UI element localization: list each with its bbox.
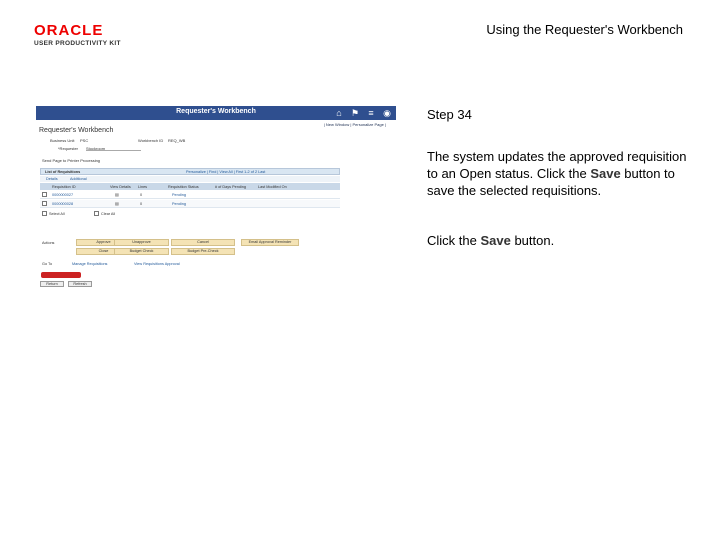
col-status: Requisition Status [168, 185, 199, 189]
clear-all-checkbox[interactable] [94, 211, 99, 216]
col-view-details: View Details [110, 185, 131, 189]
requester-field[interactable]: Stockroom [86, 146, 141, 151]
worklist-icon[interactable]: ⚑ [350, 108, 360, 118]
col-last-modified: Last Modified On [258, 185, 287, 189]
view-details-icon[interactable]: ▤ [115, 201, 119, 206]
select-all-checkbox[interactable] [42, 211, 47, 216]
refresh-button[interactable]: Refresh [68, 281, 92, 287]
tab-additional[interactable]: Additional [70, 177, 87, 181]
row-checkbox[interactable] [42, 201, 47, 206]
grid-title: List of Requisitions [45, 170, 81, 174]
email-reminder-button[interactable]: Email Approval Reminder [241, 239, 299, 246]
grid-column-headers: Requisition ID View Details Lines Requis… [40, 183, 340, 190]
unapprove-button[interactable]: Unapprove [114, 239, 169, 246]
logo-subtitle: USER PRODUCTIVITY KIT [34, 40, 121, 47]
actions-label: Actions [42, 241, 55, 245]
tab-details[interactable]: Details [46, 177, 58, 181]
save-button[interactable] [41, 272, 81, 278]
requisition-id-link[interactable]: 0000000027 [52, 193, 73, 197]
col-requisition-id: Requisition ID [52, 185, 76, 189]
logo-wordmark: ORACLE [34, 22, 104, 39]
budget-precheck-button[interactable]: Budget Pre-Check [171, 248, 235, 255]
instruction-save-keyword: Save [480, 233, 511, 248]
topbar-icons: ⌂ ⚑ ≡ ◉ [334, 108, 392, 118]
manage-requisitions-link[interactable]: Manage Requisitions [72, 262, 107, 266]
document-title: Using the Requester's Workbench [486, 22, 683, 37]
requester-label: *Requester [58, 146, 79, 151]
grid-tabs: Details Additional [40, 176, 340, 182]
oracle-upk-logo: ORACLE USER PRODUCTIVITY KIT [34, 22, 134, 48]
step-description: The system updates the approved requisit… [427, 148, 687, 199]
col-lines: Lines [138, 185, 148, 189]
status-value[interactable]: Pending [172, 193, 186, 197]
navbar-icon[interactable]: ◉ [382, 108, 392, 118]
description-save-keyword: Save [590, 166, 621, 181]
step-number: Step 34 [427, 107, 472, 122]
step-instruction: Click the Save button. [427, 233, 554, 248]
application-screenshot: Requester's Workbench ⌂ ⚑ ≡ ◉ | New Wind… [36, 106, 396, 290]
table-row[interactable]: 0000000028 ▤ 0 Pending [40, 200, 340, 208]
budget-check-button[interactable]: Budget Check [114, 248, 169, 255]
instruction-text-end: button. [510, 233, 555, 248]
clear-all-label: Clear All [101, 212, 116, 216]
view-details-icon[interactable]: ▤ [115, 192, 119, 197]
menu-icon[interactable]: ≡ [366, 108, 376, 118]
home-icon[interactable]: ⌂ [334, 108, 344, 118]
return-button[interactable]: Return [40, 281, 64, 287]
lines-value: 0 [140, 202, 143, 206]
status-value[interactable]: Pending [172, 202, 186, 206]
table-row[interactable]: 0000000027 ▤ 0 Pending [40, 191, 340, 199]
send-page-label: Send Page to Printer Processing [42, 158, 101, 163]
business-unit-label: Business Unit [50, 138, 75, 143]
workbench-value: REQ_WB [168, 138, 186, 143]
cancel-button[interactable]: Cancel [171, 239, 235, 246]
requisitions-grid-header: List of Requisitions Personalize | Find … [40, 168, 340, 175]
requisition-id-link[interactable]: 0000000028 [52, 202, 73, 206]
app-title-bar: Requester's Workbench ⌂ ⚑ ≡ ◉ [36, 106, 396, 120]
workbench-label: Workbench ID [138, 138, 164, 143]
go-to-label: Go To [42, 262, 53, 266]
view-approval-link[interactable]: View Requisitions Approval [134, 262, 180, 266]
grid-navigation[interactable]: Personalize | Find | View All | First 1-… [186, 170, 265, 174]
business-unit-value: PSC [80, 138, 89, 143]
col-days-pending: # of Days Pending [215, 185, 247, 189]
instruction-text-start: Click the [427, 233, 481, 248]
window-links[interactable]: | New Window | Personalize Page | [324, 122, 386, 127]
row-checkbox[interactable] [42, 192, 47, 197]
page-title: Requester's Workbench [39, 127, 114, 134]
select-all-label: Select All [49, 212, 65, 216]
lines-value: 0 [140, 193, 143, 197]
